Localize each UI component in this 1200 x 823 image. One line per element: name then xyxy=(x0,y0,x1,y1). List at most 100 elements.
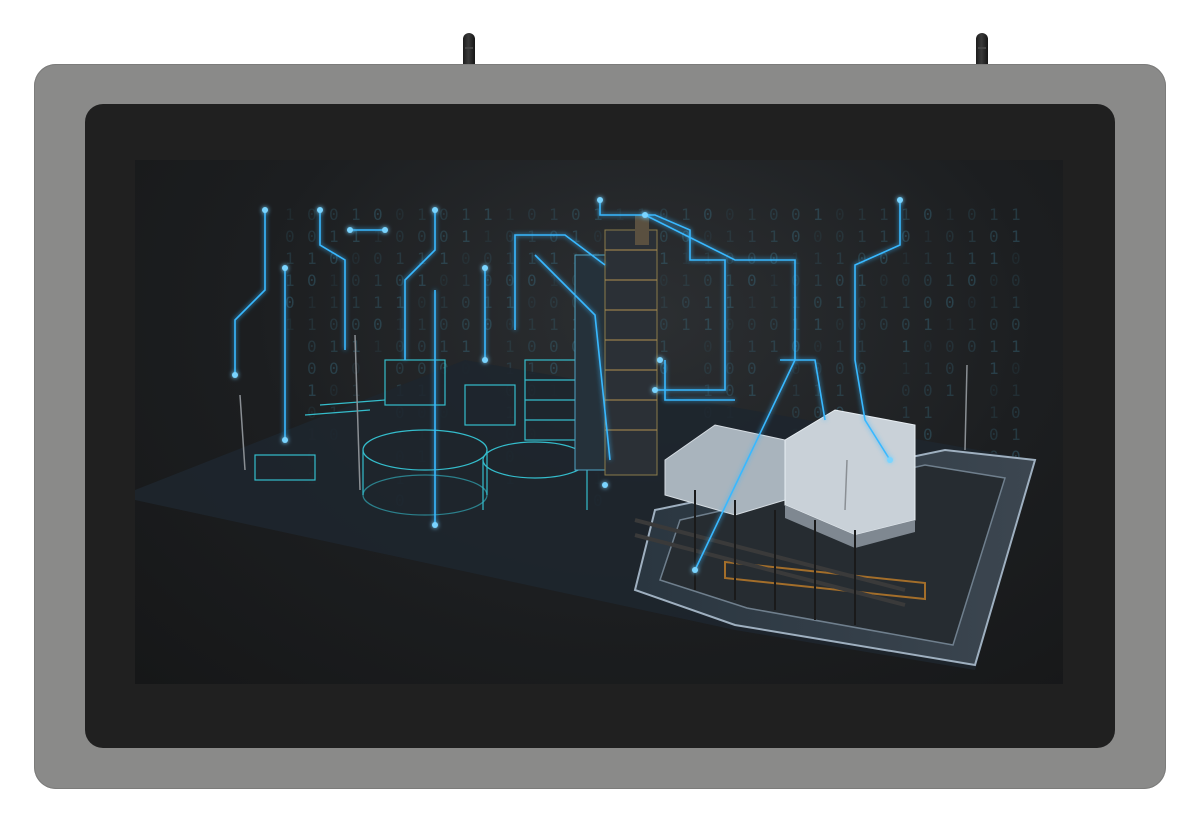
binary-digit: 1 xyxy=(395,293,405,312)
binary-digit: 1 xyxy=(703,315,713,334)
binary-digit: 1 xyxy=(791,381,801,400)
binary-digit: 0 xyxy=(307,205,317,224)
binary-digit: 1 xyxy=(857,227,867,246)
binary-digit: 1 xyxy=(923,359,933,378)
binary-digit: 0 xyxy=(901,315,911,334)
binary-digit: 0 xyxy=(703,271,713,290)
binary-digit: 0 xyxy=(989,227,999,246)
binary-digit: 1 xyxy=(901,293,911,312)
binary-digit: 0 xyxy=(725,315,735,334)
binary-digit: 1 xyxy=(857,337,867,356)
binary-digit: 0 xyxy=(703,337,713,356)
binary-digit: 1 xyxy=(373,293,383,312)
binary-digit: 0 xyxy=(329,381,339,400)
binary-digit: 1 xyxy=(703,249,713,268)
binary-digit: 1 xyxy=(901,249,911,268)
binary-digit: 1 xyxy=(681,249,691,268)
binary-digit: 1 xyxy=(659,337,669,356)
binary-digit: 0 xyxy=(791,359,801,378)
binary-digit: 1 xyxy=(835,381,845,400)
binary-digit: 1 xyxy=(879,205,889,224)
binary-digit: 1 xyxy=(769,271,779,290)
binary-digit: 0 xyxy=(857,315,867,334)
binary-digit: 0 xyxy=(395,359,405,378)
binary-digit: 0 xyxy=(879,271,889,290)
binary-digit: 0 xyxy=(703,359,713,378)
binary-digit: 0 xyxy=(1011,403,1021,422)
binary-digit: 1 xyxy=(285,205,295,224)
binary-digit: 0 xyxy=(901,227,911,246)
binary-digit: 0 xyxy=(461,293,471,312)
binary-digit: 0 xyxy=(329,359,339,378)
binary-digit: 1 xyxy=(285,315,295,334)
binary-digit: 0 xyxy=(813,337,823,356)
binary-digit: 1 xyxy=(285,249,295,268)
binary-digit: 1 xyxy=(659,293,669,312)
binary-digit: 0 xyxy=(527,293,537,312)
binary-digit: 1 xyxy=(439,337,449,356)
binary-digit: 1 xyxy=(351,205,361,224)
binary-digit: 1 xyxy=(967,227,977,246)
binary-digit: 1 xyxy=(901,205,911,224)
binary-digit: 0 xyxy=(989,381,999,400)
binary-digit: 0 xyxy=(593,227,603,246)
binary-digit: 1 xyxy=(527,227,537,246)
binary-digit: 0 xyxy=(989,271,999,290)
binary-digit: 0 xyxy=(725,205,735,224)
binary-digit: 1 xyxy=(1011,227,1021,246)
binary-digit: 0 xyxy=(857,293,867,312)
binary-digit: 0 xyxy=(813,227,823,246)
binary-digit: 0 xyxy=(549,293,559,312)
binary-digit: 0 xyxy=(967,293,977,312)
binary-digit: 0 xyxy=(989,315,999,334)
binary-digit: 0 xyxy=(307,227,317,246)
binary-digit: 1 xyxy=(989,249,999,268)
binary-digit: 0 xyxy=(373,249,383,268)
binary-digit: 1 xyxy=(417,271,427,290)
binary-digit: 1 xyxy=(923,227,933,246)
binary-digit: 1 xyxy=(835,293,845,312)
binary-digit: 1 xyxy=(1011,425,1021,444)
binary-digit: 1 xyxy=(989,403,999,422)
binary-digit: 0 xyxy=(395,227,405,246)
binary-digit: 1 xyxy=(1011,205,1021,224)
binary-digit: 1 xyxy=(813,315,823,334)
binary-digit: 1 xyxy=(945,249,955,268)
binary-digit: 1 xyxy=(989,205,999,224)
binary-digit: 1 xyxy=(307,381,317,400)
binary-digit: 0 xyxy=(791,337,801,356)
binary-digit: 1 xyxy=(725,271,735,290)
binary-digit: 0 xyxy=(945,359,955,378)
binary-digit: 0 xyxy=(351,271,361,290)
binary-digit: 1 xyxy=(329,271,339,290)
binary-digit: 0 xyxy=(659,315,669,334)
binary-digit: 1 xyxy=(329,227,339,246)
binary-digit: 1 xyxy=(747,337,757,356)
binary-digit: 1 xyxy=(923,315,933,334)
binary-digit: 0 xyxy=(967,205,977,224)
binary-digit: 0 xyxy=(1011,271,1021,290)
binary-digit: 1 xyxy=(813,249,823,268)
binary-digit: 0 xyxy=(791,271,801,290)
binary-digit: 1 xyxy=(307,293,317,312)
binary-digit: 1 xyxy=(791,315,801,334)
binary-digit: 1 xyxy=(505,205,515,224)
binary-digit: 1 xyxy=(527,315,537,334)
binary-digit: 1 xyxy=(439,293,449,312)
binary-digit: 1 xyxy=(461,227,471,246)
binary-digit: 1 xyxy=(505,249,515,268)
plant-illustration: 1011010010110010101010110100101100101010… xyxy=(135,197,1037,670)
display-area: 1011010010110010101010110100101100101010… xyxy=(135,160,1063,684)
binary-digit: 0 xyxy=(395,271,405,290)
binary-digit: 1 xyxy=(417,249,427,268)
binary-digit: 1 xyxy=(813,205,823,224)
binary-digit: 1 xyxy=(879,227,889,246)
binary-digit: 1 xyxy=(967,249,977,268)
binary-digit: 0 xyxy=(461,315,471,334)
binary-digit: 1 xyxy=(835,337,845,356)
binary-digit: 1 xyxy=(1011,337,1021,356)
binary-digit: 0 xyxy=(923,293,933,312)
binary-digit: 1 xyxy=(747,205,757,224)
binary-digit: 0 xyxy=(901,381,911,400)
binary-digit: 0 xyxy=(505,227,515,246)
